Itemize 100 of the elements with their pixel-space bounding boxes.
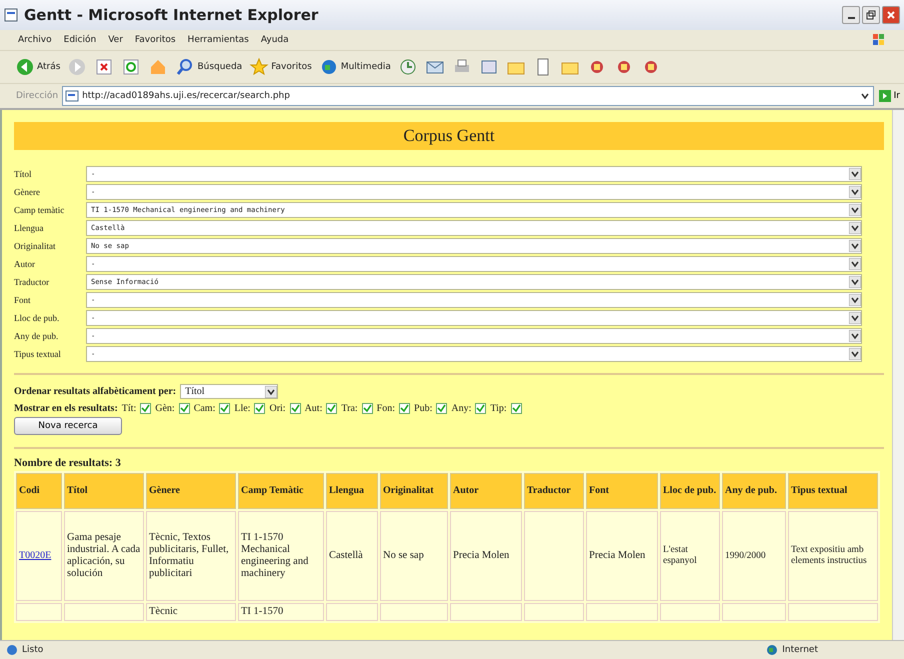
refresh-icon (121, 57, 142, 77)
checkmark-icon (141, 404, 150, 413)
filter-label: Traductor (14, 276, 50, 286)
chevron-down-icon (849, 330, 861, 342)
table-cell: No se sap (380, 511, 448, 601)
column-header: Autor (450, 473, 522, 509)
table-cell: TI 1-1570 Mechanical engineering and machinery (238, 511, 324, 601)
column-header: Gènere (146, 473, 236, 509)
checkbox[interactable] (436, 403, 448, 414)
checkmark-icon (180, 404, 189, 413)
chevron-down-icon (849, 348, 861, 360)
menu-item[interactable]: Archivo (18, 35, 52, 45)
chevron-down-icon (849, 168, 861, 180)
filter-label: Títol (14, 168, 32, 178)
filter-label: Tipus textual (14, 348, 62, 358)
filter-label: Lloc de pub. (14, 312, 60, 322)
option-label: Aut: (304, 403, 322, 414)
filter-label: Originalitat (14, 240, 56, 250)
column-header: Llengua (326, 473, 378, 509)
filter-label: Llengua (14, 222, 44, 232)
chevron-down-icon (265, 386, 278, 398)
menu-item[interactable]: Favoritos (134, 35, 176, 45)
chevron-down-icon (849, 276, 861, 288)
minimize-icon (848, 17, 854, 19)
back-button[interactable]: Atrás (14, 57, 62, 77)
checkmark-icon (437, 404, 446, 413)
checkbox[interactable] (399, 403, 410, 414)
chevron-down-icon (849, 204, 861, 216)
checkmark-icon (290, 404, 300, 413)
option-label: Pub: (414, 403, 432, 414)
table-cell: TI 1-1570 (238, 603, 324, 622)
option-label: Cam: (194, 403, 216, 414)
column-header: Camp Temàtic (238, 473, 324, 509)
checkbox[interactable] (140, 403, 152, 414)
address-label: Dirección (16, 91, 58, 101)
option-label: Tip: (490, 403, 507, 414)
option-label: Gèn: (155, 403, 175, 414)
option-label: Ori: (269, 403, 286, 414)
menu-item[interactable]: Ayuda (260, 35, 289, 45)
back-icon (15, 57, 35, 77)
favorites-button[interactable]: Favoritos (248, 57, 313, 77)
checkmark-icon (255, 404, 264, 413)
minimize-button[interactable] (842, 6, 860, 24)
scrollbar[interactable] (892, 110, 904, 640)
checkbox[interactable] (178, 403, 190, 414)
maximize-button[interactable] (862, 6, 880, 24)
search-button[interactable]: Búsqueda (174, 57, 244, 77)
menu-item[interactable]: Ver (108, 35, 123, 45)
menu-item[interactable]: Herramientas (188, 35, 249, 45)
menu-item[interactable]: Edición (64, 35, 96, 45)
globe-icon (766, 644, 778, 656)
option-label: Tra: (341, 403, 358, 414)
checkmark-icon (327, 404, 336, 413)
history-icon (398, 57, 418, 77)
checkbox[interactable] (219, 403, 230, 414)
checkmark-icon (362, 404, 372, 413)
close-icon (886, 10, 896, 20)
checkbox[interactable] (254, 403, 266, 414)
page-status-icon (6, 644, 18, 656)
chevron-down-icon (849, 312, 861, 324)
checkbox[interactable] (475, 403, 486, 414)
checkmark-icon (512, 404, 521, 413)
table-cell: Tècnic, Textos publicitaris, Fullet, Informatiu publicitari (146, 511, 236, 601)
column-header: Originalitat (380, 473, 448, 509)
order-dropdown[interactable]: Títol (180, 384, 278, 399)
filter-label: Camp temàtic (14, 204, 66, 214)
column-header: Any de pub. (722, 473, 786, 509)
address-field[interactable]: http://acad0189ahs.uji.es/recercar/search.php (62, 86, 874, 106)
chevron-down-icon (849, 186, 861, 198)
close-button[interactable] (882, 6, 900, 24)
column-header: Lloc de pub. (660, 473, 720, 509)
column-header: Títol (64, 473, 144, 509)
code-link[interactable]: T0020E (19, 550, 52, 561)
filter-label: Autor (14, 258, 36, 268)
column-header: Font (586, 473, 658, 509)
table-cell: Text expositiu amb elements instructius (788, 511, 878, 601)
chevron-down-icon (849, 222, 861, 234)
table-cell: L'estat espanyol (660, 511, 720, 601)
table-cell: Precia Molen (450, 511, 522, 601)
window-title: Gentt - Microsoft Internet Explorer (24, 6, 318, 24)
chevron-down-icon (849, 258, 861, 270)
checkbox[interactable] (290, 403, 301, 414)
results-count: Nombre de resultats: 3 (14, 457, 122, 469)
media-button[interactable]: Multimedia (318, 57, 392, 77)
table-cell: Castellà (326, 511, 378, 601)
new-search-button[interactable]: Nova recerca (14, 417, 122, 435)
checkbox[interactable] (362, 403, 373, 414)
checkbox[interactable] (510, 403, 522, 414)
checkmark-icon (400, 404, 410, 413)
zone-text: Internet (782, 645, 818, 655)
column-header: Traductor (524, 473, 584, 509)
table-cell: 1990/2000 (722, 511, 786, 601)
go-button[interactable]: Ir (878, 89, 900, 103)
option-label: Lle: (234, 403, 250, 414)
option-label: Fon: (376, 403, 396, 414)
option-label: Any: (451, 403, 472, 414)
table-cell: Gama pesaje industrial. A cada aplicación, su solución (64, 511, 144, 601)
checkbox[interactable] (326, 403, 338, 414)
table-cell: Tècnic (146, 603, 236, 622)
page-icon (65, 89, 80, 103)
